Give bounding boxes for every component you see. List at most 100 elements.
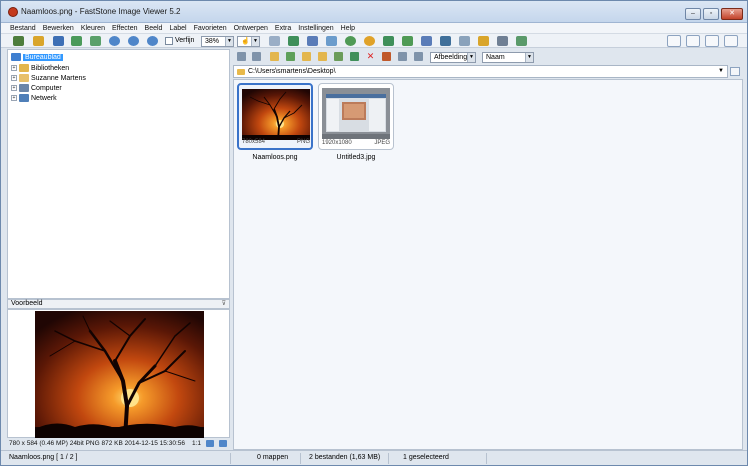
- tree-item-bureaublad[interactable]: Bureaublad: [11, 52, 63, 62]
- person-icon[interactable]: [345, 36, 356, 46]
- smooth-label: Verfijn: [175, 37, 195, 44]
- menu-help[interactable]: Help: [341, 25, 355, 32]
- menu-bestand[interactable]: Bestand: [10, 25, 36, 32]
- crop-icon[interactable]: [288, 36, 299, 46]
- full-screen-icon[interactable]: [269, 36, 280, 46]
- scanner-icon[interactable]: [459, 36, 470, 46]
- zoom-select-value: 38%: [205, 38, 220, 45]
- preview-image: [35, 311, 204, 438]
- tree-item-netwerk[interactable]: + Netwerk: [11, 93, 57, 103]
- hand-tool-icon: ☝: [241, 38, 250, 45]
- layout-details-icon[interactable]: [667, 35, 681, 47]
- close-button[interactable]: ✕: [721, 8, 743, 20]
- thumbnail-caption[interactable]: Naamloos.png: [230, 154, 320, 161]
- menu-favorieten[interactable]: Favorieten: [194, 25, 227, 32]
- menu-ontwerpen[interactable]: Ontwerpen: [234, 25, 268, 32]
- pin-icon[interactable]: ⊽: [222, 300, 226, 308]
- new-folder-icon[interactable]: [302, 52, 311, 61]
- list-view-icon[interactable]: [398, 52, 407, 61]
- expand-icon[interactable]: +: [11, 85, 17, 91]
- email-icon[interactable]: [478, 36, 489, 46]
- slideshow-icon[interactable]: [421, 36, 432, 46]
- status-selected: 1 geselecteerd: [399, 453, 487, 464]
- status-file: Naamloos.png [ 1 / 2 ]: [5, 453, 231, 464]
- thumbnail-untitled3[interactable]: 1920x1080 JPEG: [318, 83, 394, 150]
- status-files: 2 bestanden (1,63 MB): [305, 453, 389, 464]
- preview-panel: [7, 309, 230, 438]
- sort-select[interactable]: Naam ▼: [482, 52, 534, 63]
- tree-item-bibliotheken[interactable]: + Bibliotheken: [11, 63, 69, 73]
- chevron-down-icon[interactable]: ▼: [718, 68, 724, 74]
- menu-label[interactable]: Label: [169, 25, 186, 32]
- menu-bar: Bestand Bewerken Kleuren Effecten Beeld …: [1, 23, 747, 34]
- print-icon[interactable]: [497, 36, 508, 46]
- undo-icon[interactable]: [383, 36, 394, 46]
- copy-to-folder-icon[interactable]: [318, 52, 327, 61]
- expand-icon[interactable]: +: [11, 95, 17, 101]
- wallpaper-icon[interactable]: [440, 36, 451, 46]
- tree-item-label: Netwerk: [31, 94, 57, 102]
- thumbnail-image: [242, 89, 310, 140]
- hand-tool-select[interactable]: ☝ ▼: [237, 36, 260, 47]
- tree-item-computer[interactable]: + Computer: [11, 83, 62, 93]
- thumbnail-naamloos[interactable]: 780x584 PNG: [237, 83, 313, 150]
- zoom-out-icon[interactable]: [128, 36, 139, 46]
- zoom-in-icon[interactable]: [109, 36, 120, 46]
- layout-list-icon[interactable]: [686, 35, 700, 47]
- zoom-reset-icon[interactable]: [147, 36, 158, 46]
- parent-folder-icon[interactable]: [270, 52, 279, 61]
- grid-view-icon[interactable]: [414, 52, 423, 61]
- layout-thumbnails-icon[interactable]: [705, 35, 719, 47]
- expand-icon[interactable]: +: [11, 65, 17, 71]
- tree-item-label: Computer: [31, 84, 62, 92]
- delete-icon[interactable]: ✕: [366, 52, 375, 61]
- forward-arrow-icon[interactable]: [252, 52, 261, 61]
- nav-arrows-icon[interactable]: [206, 440, 214, 447]
- thumbnail-caption[interactable]: Untitled3.jpg: [311, 154, 401, 161]
- actual-size-icon[interactable]: [90, 36, 101, 46]
- image-info: 780 x 584 (0.46 MP) 24bit PNG 872 KB 201…: [9, 440, 185, 447]
- expand-icon[interactable]: +: [11, 75, 17, 81]
- refresh-icon[interactable]: [350, 52, 359, 61]
- move-to-folder-icon[interactable]: [334, 52, 343, 61]
- favorites-folder-icon[interactable]: [286, 52, 295, 61]
- path-text: C:\Users\smartens\Desktop\: [248, 68, 336, 75]
- resize-icon[interactable]: [307, 36, 318, 46]
- menu-kleuren[interactable]: Kleuren: [81, 25, 105, 32]
- minimize-button[interactable]: –: [685, 8, 701, 20]
- menu-bewerken[interactable]: Bewerken: [43, 25, 74, 32]
- zoom-ratio[interactable]: 1:1: [192, 440, 201, 447]
- chevron-down-icon: ▼: [467, 53, 475, 62]
- tree-item-suzanne-martens[interactable]: + Suzanne Martens: [11, 73, 86, 83]
- menu-extra[interactable]: Extra: [275, 25, 291, 32]
- layout-fullscreen-icon[interactable]: [724, 35, 738, 47]
- menu-effecten[interactable]: Effecten: [112, 25, 138, 32]
- menu-instellingen[interactable]: Instellingen: [298, 25, 333, 32]
- details-view-icon[interactable]: [382, 52, 391, 61]
- menu-beeld[interactable]: Beeld: [145, 25, 163, 32]
- tree-item-label: Suzanne Martens: [31, 74, 86, 82]
- zoom-select[interactable]: 38% ▼: [201, 36, 234, 47]
- rotate-icon[interactable]: [326, 36, 337, 46]
- fit-window-icon[interactable]: [219, 440, 227, 447]
- browser-toolbar: ✕ Afbeelding ▼ Naam ▼: [233, 50, 743, 64]
- chevron-down-icon: ▼: [225, 37, 233, 46]
- redo-icon[interactable]: [402, 36, 413, 46]
- maximize-button[interactable]: ▫: [703, 8, 719, 20]
- folder-icon: [237, 69, 245, 75]
- fit-icon[interactable]: [71, 36, 82, 46]
- folder-tree: Bureaublad + Bibliotheken + Suzanne Mart…: [7, 49, 230, 299]
- save-icon[interactable]: [53, 36, 64, 46]
- back-arrow-icon[interactable]: [237, 52, 246, 61]
- settings-gear-icon[interactable]: [364, 36, 375, 46]
- user-folder-icon: [19, 74, 29, 82]
- library-icon: [19, 64, 29, 72]
- open-folder-icon[interactable]: [13, 36, 24, 46]
- path-input[interactable]: C:\Users\smartens\Desktop\ ▼: [233, 65, 728, 78]
- filter-select[interactable]: Afbeelding ▼: [430, 52, 476, 63]
- thumbnail-image: [322, 88, 390, 139]
- batch-icon[interactable]: [516, 36, 527, 46]
- smooth-checkbox[interactable]: [165, 37, 173, 45]
- history-icon[interactable]: [730, 67, 740, 76]
- browse-icon[interactable]: [33, 36, 44, 46]
